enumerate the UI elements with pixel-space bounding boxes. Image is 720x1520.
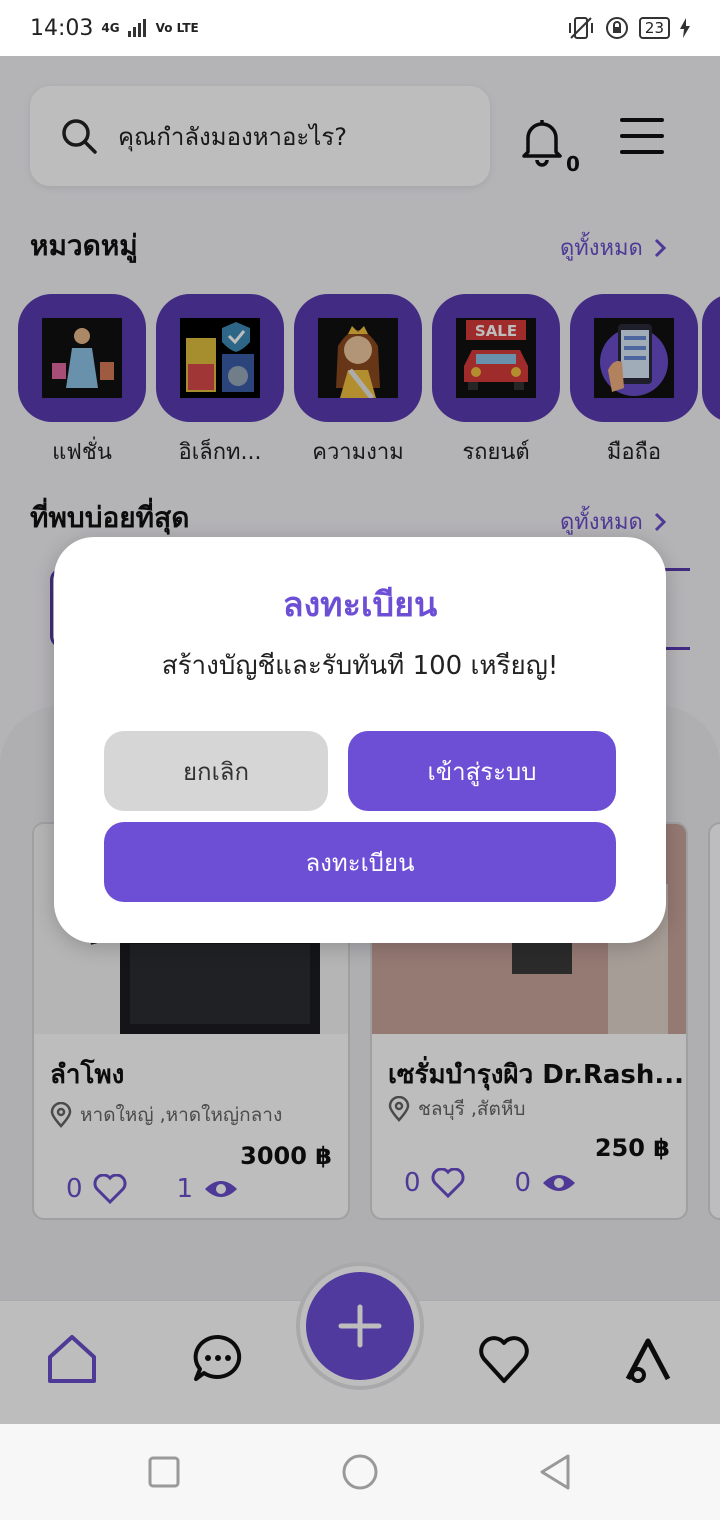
battery-level: 23 [638, 17, 670, 39]
home-button-icon[interactable] [340, 1452, 380, 1492]
status-time: 14:03 [30, 15, 94, 41]
signal-icon [127, 19, 146, 37]
cancel-button[interactable]: ยกเลิก [104, 731, 328, 811]
dialog-message: สร้างบัญชีและรับทันที 100 เหรียญ! [161, 651, 559, 681]
lock-rotation-icon [605, 17, 628, 39]
back-icon[interactable] [536, 1452, 576, 1492]
login-button[interactable]: เข้าสู่ระบบ [348, 731, 616, 811]
vibrate-icon [568, 17, 593, 39]
status-bar: 14:03 4G Vo LTE 23 [0, 0, 720, 56]
register-dialog: ลงทะเบียน สร้างบัญชีและรับทันที 100 เหรี… [54, 537, 666, 943]
system-navigation-bar [0, 1424, 720, 1520]
register-button[interactable]: ลงทะเบียน [104, 822, 616, 902]
dialog-title: ลงทะเบียน [282, 585, 438, 625]
charging-icon [680, 18, 690, 38]
network-type: 4G [101, 21, 120, 35]
recent-apps-icon[interactable] [144, 1452, 184, 1492]
volte-label: Vo LTE [155, 21, 199, 35]
